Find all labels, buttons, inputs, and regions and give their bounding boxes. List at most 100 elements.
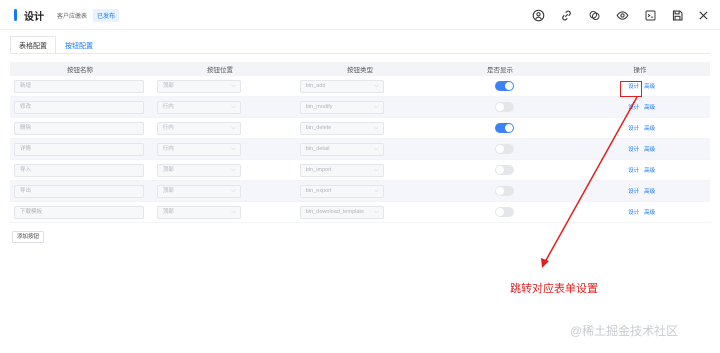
design-link[interactable]: 设计: [628, 187, 639, 195]
cell-name: 修改: [10, 97, 151, 117]
table-row: 删除 行内 ⌵ btn_delete ⌵ 设计 高级: [10, 118, 710, 139]
annotation-text: 跳转对应表单设置: [510, 283, 598, 295]
button-type-select[interactable]: btn_import ⌵: [299, 163, 384, 177]
toggle-knob: [496, 166, 505, 174]
design-link[interactable]: 设计: [628, 208, 639, 216]
button-type-select[interactable]: btn_modify ⌵: [299, 100, 384, 114]
visible-toggle[interactable]: [495, 102, 515, 112]
tabs-divider: [10, 53, 710, 54]
chevron-down-icon: ⌵: [231, 208, 236, 215]
button-position-select[interactable]: 顶部 ⌵: [156, 184, 241, 198]
visible-toggle[interactable]: [495, 144, 515, 154]
cell-actions: 设计 高级: [573, 97, 710, 117]
table-header: 按钮名称 按钮位置 按钮类型 是否显示 操作: [10, 62, 710, 76]
cell-name: 导入: [10, 160, 151, 180]
advanced-link[interactable]: 高级: [644, 187, 655, 195]
button-name-input[interactable]: 新增: [14, 79, 144, 93]
button-name-input[interactable]: 导入: [14, 163, 144, 177]
tab-button-config[interactable]: 按钮配置: [56, 36, 102, 54]
cell-name: 详情: [10, 139, 151, 159]
design-link[interactable]: 设计: [628, 166, 639, 174]
cell-position: 顶部 ⌵: [151, 76, 294, 96]
copy-icon[interactable]: [586, 7, 602, 23]
add-button[interactable]: 添加按钮: [12, 231, 45, 243]
button-position-value: 顶部: [162, 187, 174, 194]
design-link[interactable]: 设计: [628, 145, 639, 153]
chevron-down-icon: ⌵: [231, 166, 236, 173]
cell-type: btn_add ⌵: [294, 76, 437, 96]
advanced-link[interactable]: 高级: [644, 166, 655, 174]
close-icon[interactable]: [695, 7, 711, 23]
toggle-knob: [505, 124, 514, 132]
design-link[interactable]: 设计: [628, 124, 639, 132]
terminal-icon[interactable]: [642, 7, 658, 23]
button-name-input[interactable]: 下载模板: [14, 205, 144, 219]
chevron-down-icon: ⌵: [374, 145, 379, 152]
button-position-value: 顶部: [162, 208, 174, 215]
column-header-actions: 操作: [633, 67, 647, 74]
page-title: 设计: [24, 12, 44, 23]
cell-type: btn_detail ⌵: [294, 139, 437, 159]
title-accent-bar: [14, 9, 17, 21]
visible-toggle[interactable]: [495, 165, 515, 175]
button-name-input[interactable]: 详情: [14, 142, 144, 156]
button-type-value: btn_detail: [305, 145, 330, 152]
visible-toggle[interactable]: [495, 81, 515, 91]
visible-toggle[interactable]: [495, 186, 515, 196]
advanced-link[interactable]: 高级: [644, 145, 655, 153]
button-name-input[interactable]: 修改: [14, 100, 144, 114]
button-position-select[interactable]: 行内 ⌵: [156, 142, 241, 156]
button-position-value: 顶部: [162, 82, 174, 89]
chevron-down-icon: ⌵: [374, 208, 379, 215]
button-position-select[interactable]: 顶部 ⌵: [156, 205, 241, 219]
button-config-table: 按钮名称 按钮位置 按钮类型 是否显示 操作 新增 顶部 ⌵ btn_add ⌵: [10, 62, 710, 223]
table-row: 新增 顶部 ⌵ btn_add ⌵ 设计 高级: [10, 76, 710, 97]
advanced-link[interactable]: 高级: [644, 82, 655, 90]
button-type-value: btn_delete: [305, 124, 332, 131]
visible-toggle[interactable]: [495, 207, 515, 217]
design-link[interactable]: 设计: [628, 103, 639, 111]
column-header-type: 按钮类型: [347, 67, 373, 74]
button-position-select[interactable]: 顶部 ⌵: [156, 79, 241, 93]
cell-visible: [436, 202, 573, 222]
visible-toggle[interactable]: [495, 123, 515, 133]
chevron-down-icon: ⌵: [374, 103, 379, 110]
chevron-down-icon: ⌵: [231, 124, 236, 131]
cell-position: 顶部 ⌵: [151, 202, 294, 222]
annotation-highlight-box: [620, 81, 642, 97]
button-type-select[interactable]: btn_detail ⌵: [299, 142, 384, 156]
chevron-down-icon: ⌵: [374, 82, 379, 89]
chevron-down-icon: ⌵: [374, 166, 379, 173]
button-position-select[interactable]: 顶部 ⌵: [156, 163, 241, 177]
button-type-select[interactable]: btn_export ⌵: [299, 184, 384, 198]
cell-position: 行内 ⌵: [151, 97, 294, 117]
table-row: 导入 顶部 ⌵ btn_import ⌵ 设计 高级: [10, 160, 710, 181]
save-icon[interactable]: [669, 7, 685, 23]
table-row: 修改 行内 ⌵ btn_modify ⌵ 设计 高级: [10, 97, 710, 118]
cell-actions: 设计 高级: [573, 181, 710, 201]
chevron-down-icon: ⌵: [231, 103, 236, 110]
user-circle-icon[interactable]: [530, 7, 546, 23]
button-type-select[interactable]: btn_add ⌵: [299, 79, 384, 93]
advanced-link[interactable]: 高级: [644, 124, 655, 132]
column-header-position: 按钮位置: [207, 67, 233, 74]
link-icon[interactable]: [558, 7, 574, 23]
tab-table-config[interactable]: 表格配置: [10, 36, 56, 54]
button-position-select[interactable]: 行内 ⌵: [156, 121, 241, 135]
advanced-link[interactable]: 高级: [644, 103, 655, 111]
button-position-select[interactable]: 行内 ⌵: [156, 100, 241, 114]
button-type-select[interactable]: btn_delete ⌵: [299, 121, 384, 135]
cell-actions: 设计 高级: [573, 202, 710, 222]
button-name-input[interactable]: 导出: [14, 184, 144, 198]
page-subtitle: 客户应缴表: [57, 14, 88, 20]
button-name-input[interactable]: 删除: [14, 121, 144, 135]
button-type-value: btn_export: [305, 187, 332, 194]
cell-type: btn_import ⌵: [294, 160, 437, 180]
cell-visible: [436, 97, 573, 117]
toggle-knob: [496, 145, 505, 153]
advanced-link[interactable]: 高级: [644, 208, 655, 216]
cell-actions: 设计 高级: [573, 139, 710, 159]
eye-icon[interactable]: [614, 7, 630, 23]
toggle-knob: [505, 82, 514, 90]
button-type-select[interactable]: btn_download_template ⌵: [299, 205, 384, 219]
